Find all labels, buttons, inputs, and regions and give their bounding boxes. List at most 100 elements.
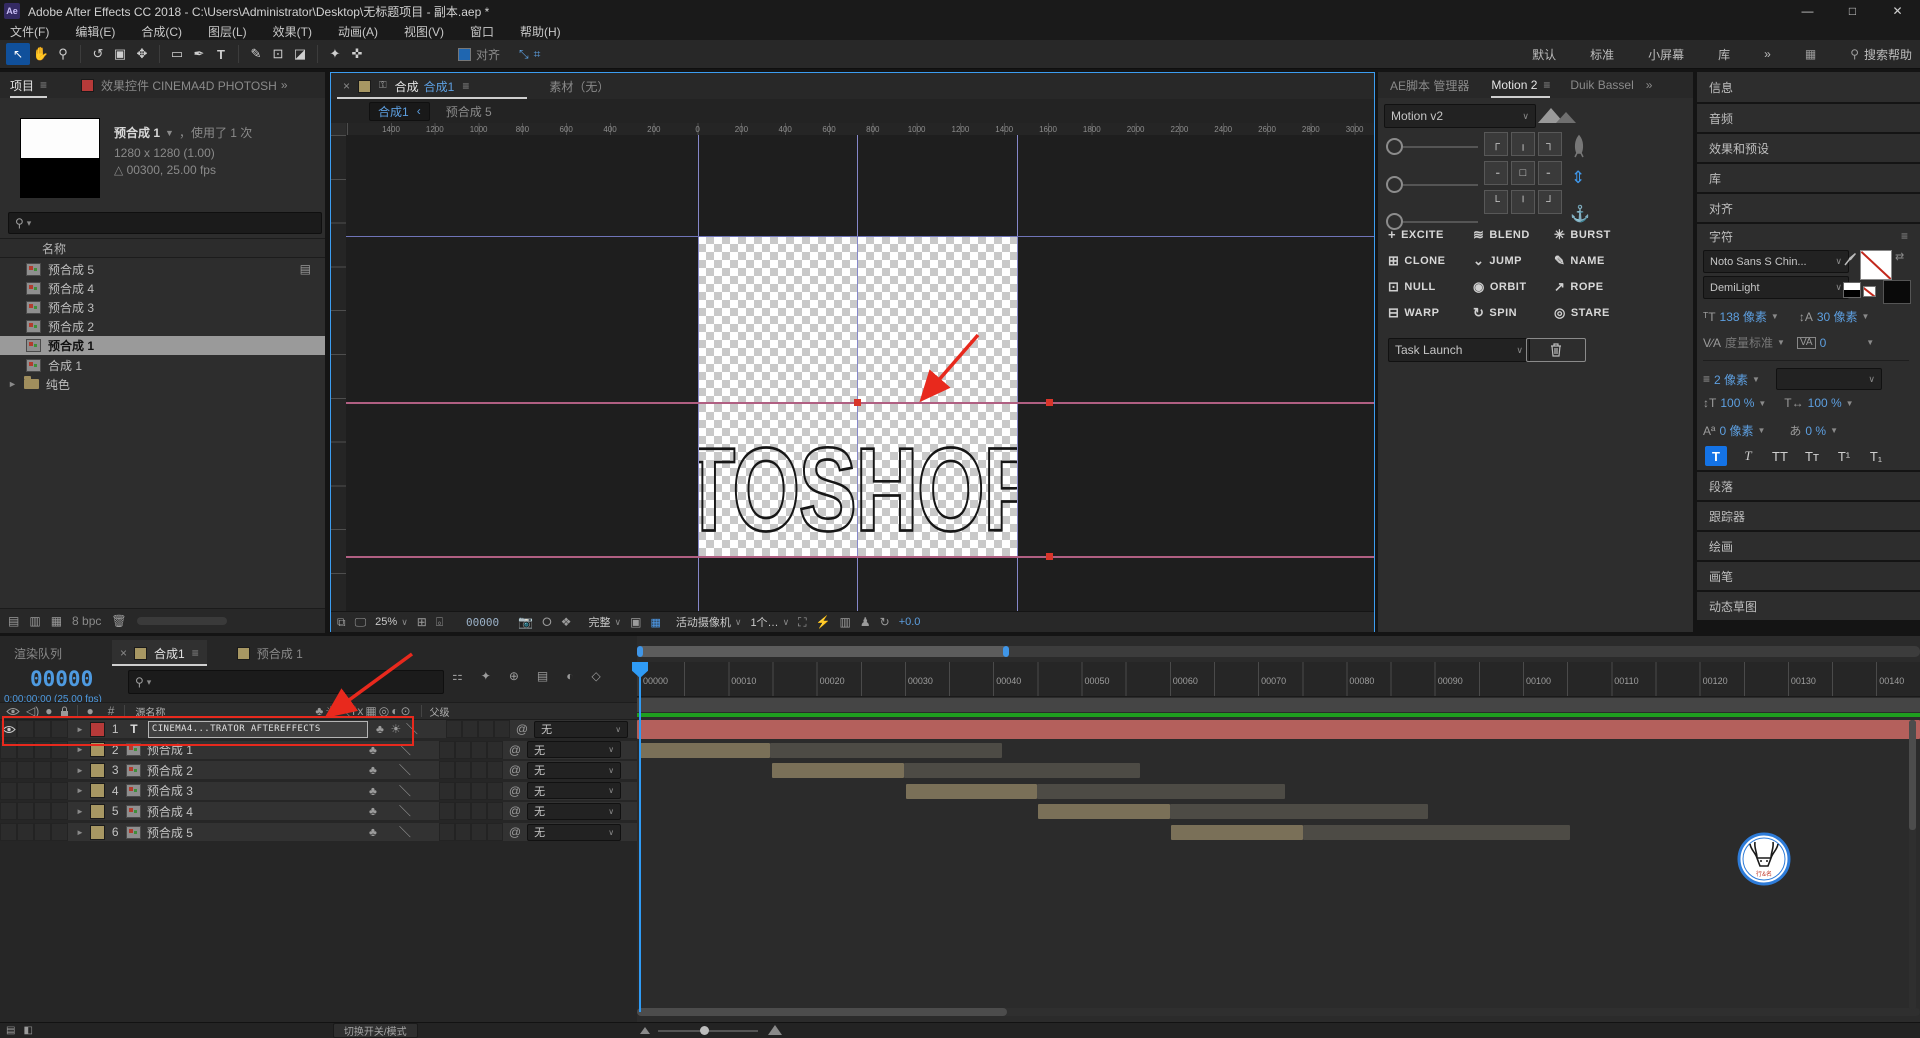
tab-ae-script-manager[interactable]: AE脚本 管理器	[1390, 77, 1469, 94]
layer-video-cell[interactable]	[0, 823, 17, 841]
exposure-value[interactable]: +0.0	[899, 616, 921, 628]
warp-button[interactable]: ⊟ WARP	[1388, 305, 1439, 321]
subscript-button[interactable]: T₁	[1865, 446, 1887, 466]
baseline-shift-value[interactable]: 0 像素	[1719, 422, 1753, 439]
layer5-tail-bar[interactable]	[1170, 804, 1428, 820]
help-search-icon[interactable]: ⚲	[1850, 48, 1859, 60]
layer-label-swatch[interactable]	[89, 803, 105, 819]
layer-switch-cell[interactable]	[486, 781, 503, 800]
timeline-layer-row-4[interactable]: ► 4 预合成 3 ♣ ＼ @ 无 ∨	[0, 781, 637, 801]
breadcrumb-back-icon[interactable]: ‹	[417, 104, 421, 118]
current-time-display[interactable]: 00000	[30, 667, 93, 691]
maximize-button[interactable]: □	[1830, 0, 1875, 22]
character-header[interactable]: 字符 ≡	[1697, 224, 1920, 248]
layer-quality-switch[interactable]: ♣	[365, 785, 381, 797]
roi-icon[interactable]: ▣	[630, 616, 641, 628]
superscript-button[interactable]: T¹	[1833, 446, 1855, 466]
anchor-bottom-right[interactable]: ┘	[1538, 190, 1562, 214]
layer-switch-cell[interactable]	[445, 720, 462, 738]
timeline-layer-row-1[interactable]: ► 1 T CINEMA4...TRATOR AFTEREFFECTS ♣ ☀ ＼ @ 无 ∨	[0, 720, 637, 739]
reset-exposure-icon[interactable]: ↻	[880, 616, 890, 628]
navigator-end-handle[interactable]	[1003, 646, 1009, 657]
snap-option-icon[interactable]: ⤡	[519, 47, 529, 62]
layer-expander-icon[interactable]: ►	[76, 745, 84, 754]
draft-3d-icon[interactable]: ✦	[481, 670, 491, 682]
layer-solo-cell[interactable]	[34, 740, 51, 759]
zoom-tool-icon[interactable]: ⚲	[52, 44, 74, 64]
layer-solo-cell[interactable]	[34, 781, 51, 800]
layer-solo-cell[interactable]	[34, 761, 51, 780]
layer-audio-cell[interactable]	[17, 761, 34, 780]
fill-color-swatch[interactable]	[1860, 250, 1892, 280]
stroke-width-value[interactable]: 2 像素	[1714, 371, 1748, 388]
layer-lock-cell[interactable]	[51, 781, 68, 800]
layer-switch-cell[interactable]	[486, 823, 503, 841]
project-search-input[interactable]: ⚲ ▾	[8, 212, 322, 234]
viewer-tab-menu-icon[interactable]: ≡	[462, 79, 469, 93]
timeline-zoom-slider-thumb[interactable]	[700, 1026, 709, 1035]
timeline-button-icon[interactable]: ▥	[840, 616, 851, 628]
jump-button[interactable]: ⌄ JUMP	[1473, 253, 1522, 269]
info-caret-icon[interactable]: ▼	[165, 128, 174, 138]
panel-effects-presets[interactable]: 效果和预设	[1697, 134, 1920, 162]
task-delete-button[interactable]	[1526, 338, 1586, 362]
parent-column-header[interactable]: 父级	[430, 704, 450, 719]
layer-name[interactable]: 预合成 3	[147, 782, 361, 799]
layer-lock-cell[interactable]	[51, 823, 68, 841]
project-footer-icon-2[interactable]: ▥	[29, 615, 40, 627]
clone-button[interactable]: ⊞ CLONE	[1388, 253, 1445, 269]
layer-audio-cell[interactable]	[17, 720, 34, 738]
name-column-header[interactable]: 名称	[42, 240, 66, 257]
time-ruler[interactable]: 00000 00010 00020 00030 00040 00050 00060 00070…	[637, 662, 1920, 697]
timeline-layer-row-3[interactable]: ► 3 预合成 2 ♣ ＼ @ 无 ∨	[0, 761, 637, 781]
layer-name[interactable]: 预合成 1	[147, 741, 361, 758]
layer-audio-cell[interactable]	[17, 823, 34, 841]
tab-timeline-precomp1[interactable]: 预合成 1	[236, 645, 303, 662]
camera-tool-icon[interactable]: ▣	[109, 44, 131, 64]
layer-expander-icon[interactable]: ►	[76, 807, 84, 816]
resolution-dropdown[interactable]: 完整 ∨	[589, 614, 622, 630]
parent-pickwhip-icon[interactable]: @	[509, 826, 521, 838]
parent-dropdown[interactable]: 无 ∨	[527, 802, 622, 820]
task-launch-dropdown[interactable]: Task Launch ∨	[1388, 338, 1530, 362]
timeline-tab-close-icon[interactable]: ×	[120, 646, 127, 660]
layer-expander-icon[interactable]: ►	[76, 725, 84, 734]
zoom-in-mountain-icon[interactable]	[768, 1025, 782, 1035]
layer3-tail-bar[interactable]	[904, 763, 1140, 779]
workspace-grid-icon[interactable]: ▦	[1805, 48, 1816, 60]
project-footer-icon-3[interactable]: ▦	[51, 615, 62, 627]
time-navigator-active[interactable]	[637, 646, 1008, 657]
panel-info[interactable]: 信息	[1697, 72, 1920, 102]
layer-switch-cell[interactable]	[470, 781, 487, 800]
motion-blur-icon[interactable]: ◐	[566, 670, 573, 682]
fast-previews-icon[interactable]: ⚡	[816, 616, 831, 628]
monitor-icon[interactable]: 🖵	[355, 616, 367, 628]
layer-label-swatch[interactable]	[89, 783, 105, 799]
footer-icon-1[interactable]: ▤	[6, 1025, 15, 1036]
layer-name-edit-field[interactable]: CINEMA4...TRATOR AFTEREFFECTS	[147, 720, 368, 738]
anchor-top-right[interactable]: ┐	[1538, 132, 1562, 156]
snap-option2-icon[interactable]: ⌗	[534, 47, 541, 62]
type-tool-icon[interactable]: T	[210, 44, 232, 64]
anchor-top-center[interactable]: ╷	[1511, 132, 1535, 156]
timeline-hscrollbar[interactable]	[637, 1008, 1920, 1016]
tab-footage[interactable]: 素材（无）	[549, 78, 609, 95]
layer-quality-switch[interactable]: ♣	[365, 805, 381, 817]
stroke-color-swatch[interactable]	[1883, 280, 1911, 304]
menu-edit[interactable]: 编辑(E)	[75, 23, 115, 40]
panel-paragraph[interactable]: 段落	[1697, 472, 1920, 500]
layer2-tail-bar[interactable]	[770, 742, 1002, 758]
layer-expander-icon[interactable]: ►	[76, 786, 84, 795]
layer-switch-cell[interactable]	[454, 740, 471, 759]
selection-tool-icon[interactable]: ↖	[6, 43, 30, 65]
breadcrumb-other[interactable]: 预合成 5	[446, 103, 492, 120]
project-row-solids-folder[interactable]: ► 纯色	[0, 375, 325, 393]
breadcrumb-current[interactable]: 合成1 ‹	[369, 101, 430, 121]
choose-grid-icon[interactable]: ⊞	[417, 616, 427, 628]
tab-effect-controls[interactable]: 效果控件 CINEMA4D PHOTOSH	[101, 77, 277, 94]
lock-icon[interactable]: ⚿	[379, 81, 387, 91]
layer-motion-blur-switch[interactable]: ＼	[404, 723, 420, 735]
layer-fx-switch[interactable]: ☀	[388, 723, 404, 735]
layer-bbox-line-bottom[interactable]	[346, 556, 1374, 558]
project-tab-overflow-chevrons[interactable]: »	[281, 78, 288, 92]
